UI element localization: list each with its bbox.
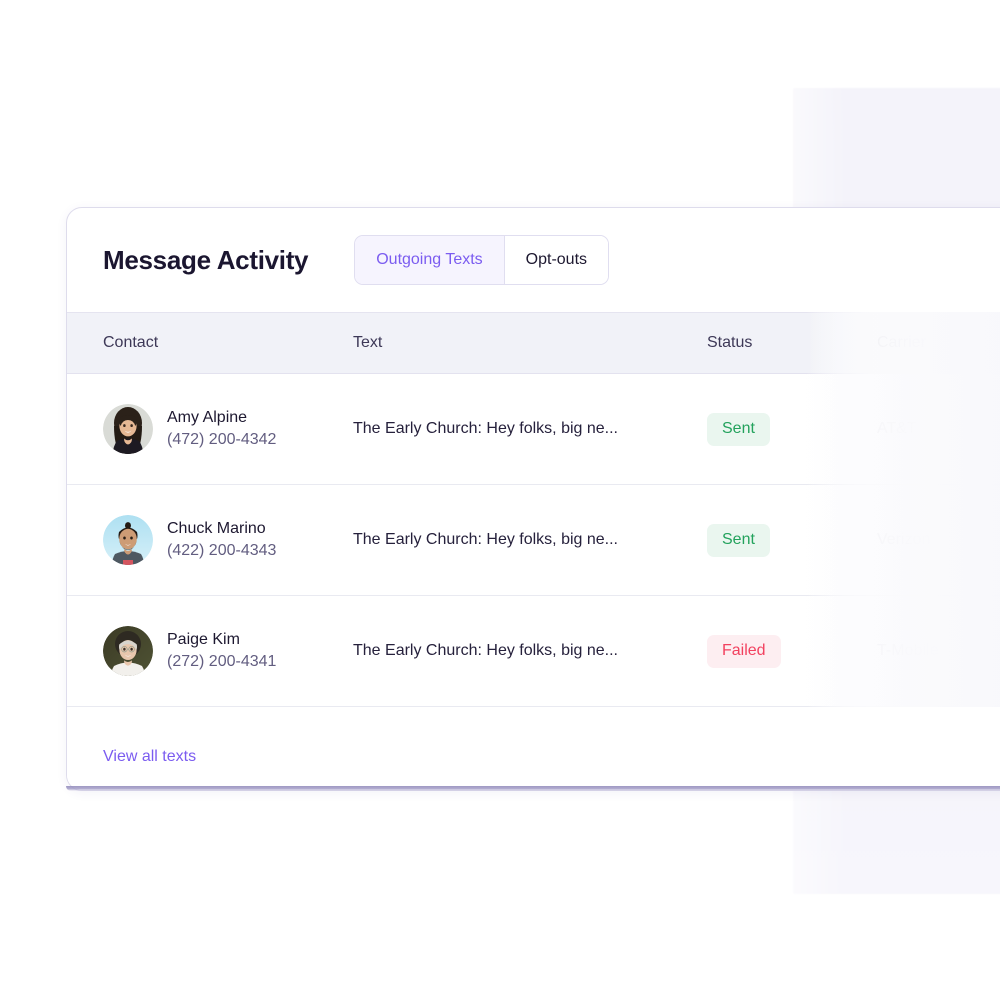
contact-meta: Amy Alpine (472) 200-4342	[167, 409, 276, 448]
avatar-amy-alpine	[103, 404, 153, 454]
cell-status: Failed	[707, 634, 877, 668]
contact-meta: Chuck Marino (422) 200-4343	[167, 520, 276, 559]
status-badge: Failed	[707, 634, 781, 668]
page-title: Message Activity	[103, 245, 309, 275]
status-badge: Sent	[707, 523, 770, 557]
contact-phone: (472) 200-4342	[167, 431, 277, 448]
contact-name: Paige Kim	[167, 631, 240, 649]
cell-carrier: Verizon	[877, 530, 1000, 549]
table-row[interactable]: Amy Alpine (472) 200-4342 The Early Chur…	[67, 312, 1000, 707]
view-all-texts-link[interactable]: View all texts	[103, 749, 196, 765]
card-header: Message Activity Outgoing Texts Opt-outs	[67, 208, 1000, 312]
carrier-label: AT&T	[877, 420, 917, 438]
carrier-label: Verizon	[877, 531, 931, 549]
carrier-label: T-Mobile	[877, 642, 939, 660]
card-footer: View all texts	[67, 707, 1000, 790]
tab-opt-outs[interactable]: Opt-outs	[504, 236, 609, 284]
cell-carrier: T-Mobile	[877, 641, 1000, 660]
cell-text: The Early Church: Hey folks, big ne...	[353, 641, 707, 660]
cell-text: The Early Church: Hey folks, big ne...	[353, 419, 707, 438]
contact-phone: (422) 200-4343	[167, 542, 277, 559]
cell-carrier: AT&T	[877, 419, 1000, 438]
view-toggle-group[interactable]: Outgoing Texts Opt-outs	[354, 235, 610, 285]
cell-status: Sent	[707, 412, 877, 446]
cell-contact: Paige Kim (272) 200-4341	[67, 626, 353, 676]
avatar-chuck-marino	[103, 515, 153, 565]
avatar-paige-kim	[103, 626, 153, 676]
contact-name: Chuck Marino	[167, 520, 266, 538]
table-header-row: Contact Text Status Carrier	[67, 312, 1000, 707]
column-header-carrier: Carrier	[877, 334, 926, 351]
message-activity-table: Contact Text Status Carrier Amy Alpine (…	[67, 312, 1000, 707]
message-activity-card: Message Activity Outgoing Texts Opt-outs…	[66, 207, 1000, 791]
cell-text: The Early Church: Hey folks, big ne...	[353, 530, 707, 549]
status-badge: Sent	[707, 412, 770, 446]
contact-name: Amy Alpine	[167, 409, 248, 427]
contact-phone: (272) 200-4341	[167, 653, 277, 670]
column-header-text: Text	[353, 334, 383, 351]
column-header-contact: Contact	[103, 334, 159, 351]
contact-meta: Paige Kim (272) 200-4341	[167, 631, 276, 670]
tab-outgoing-texts[interactable]: Outgoing Texts	[355, 236, 505, 284]
cell-contact: Chuck Marino (422) 200-4343	[67, 515, 353, 565]
screenshot-stage: Message Activity Outgoing Texts Opt-outs…	[0, 0, 1000, 999]
cell-status: Sent	[707, 523, 877, 557]
cell-contact: Amy Alpine (472) 200-4342	[67, 404, 353, 454]
table-row[interactable]: Chuck Marino (422) 200-4343 The Early Ch…	[67, 312, 1000, 707]
column-header-status: Status	[707, 334, 753, 351]
message-preview: The Early Church: Hey folks, big ne...	[353, 531, 618, 549]
card-bottom-shadow	[66, 786, 1000, 791]
table-row[interactable]: Paige Kim (272) 200-4341 The Early Churc…	[67, 312, 1000, 707]
message-preview: The Early Church: Hey folks, big ne...	[353, 420, 618, 438]
message-preview: The Early Church: Hey folks, big ne...	[353, 642, 618, 660]
